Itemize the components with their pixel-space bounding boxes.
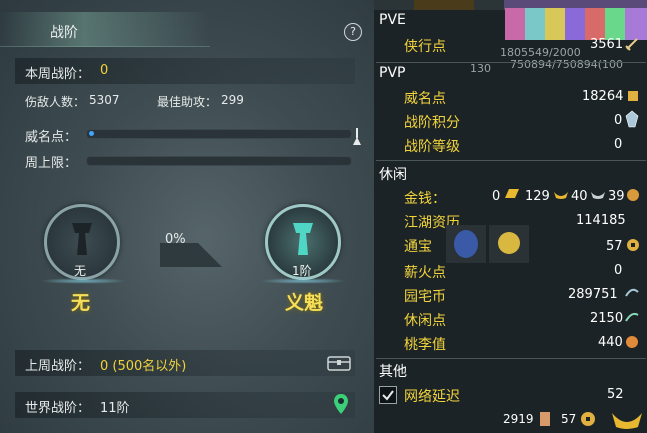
tongbao-coin-icon [627, 239, 639, 251]
leisure-item-value-4: 2150 [590, 311, 624, 326]
cap-label: 周上限： [25, 156, 78, 171]
pvp-item-label-1: 战阶积分 [404, 115, 460, 131]
bottom-value-b: 57 [561, 412, 577, 426]
next-rank-name: 义魁 [285, 292, 324, 314]
current-rank-small: 无 [74, 264, 87, 278]
leisure-item-label-2: 薪火点 [404, 265, 446, 281]
leisure-item-value-3: 289751 [568, 287, 618, 302]
cap-marker-icon [353, 128, 361, 145]
check-icon [382, 390, 394, 401]
gold-ingot-large-icon [612, 413, 642, 429]
leisure-header: 休闲 [379, 167, 407, 183]
progress-arrow-icon [160, 243, 222, 267]
money-d: 39 [608, 189, 625, 204]
next-rank-small: 1阶 [292, 264, 312, 278]
divider-leisure [376, 160, 646, 161]
chest-icon[interactable] [327, 354, 351, 372]
help-button[interactable]: ? [344, 23, 362, 41]
money-b: 129 [525, 189, 550, 204]
latency-value: 52 [607, 387, 624, 402]
leisure-item-value-1: 57 [606, 239, 623, 254]
prestige-bar [86, 129, 352, 139]
title-glow [0, 12, 210, 47]
pvp-item-value-0: 18264 [582, 89, 624, 104]
weekly-rank-label: 本周战阶： [25, 67, 91, 82]
injured-value: 5307 [89, 93, 120, 107]
current-rank-name: 无 [71, 292, 91, 314]
rank-panel: 战阶 ? 本周战阶： 0 伤敌人数： 5307 最佳助攻： 299 威名点： 周… [0, 0, 374, 433]
location-pin-icon[interactable] [333, 393, 349, 415]
money-label: 金钱： [404, 191, 446, 207]
bg-text-3: 130 [470, 62, 491, 75]
blue-gem-icon [446, 225, 486, 263]
peach-icon [626, 336, 638, 348]
latency-checkbox[interactable] [379, 386, 397, 404]
cap-bar [86, 156, 352, 166]
leisure-item-value-5: 440 [598, 335, 623, 350]
current-rank-glow [40, 278, 126, 284]
assist-label: 最佳助攻： [157, 95, 218, 109]
leisure-item-value-2: 0 [614, 263, 623, 278]
copper-coin-icon [627, 189, 639, 201]
next-rank-glow [260, 278, 346, 284]
leisure-point-icon [625, 312, 639, 322]
last-week-value: 0 (500名以外) [100, 359, 187, 374]
house-coin-icon [625, 288, 639, 297]
pvp-item-label-0: 威名点 [404, 91, 446, 107]
pvp-header: PVP [379, 65, 406, 81]
prestige-label: 威名点： [25, 130, 78, 145]
weekly-rank-value: 0 [100, 63, 109, 78]
gold-bar-icon [505, 189, 519, 198]
latency-label: 网络延迟 [404, 389, 460, 405]
world-rank-label: 世界战阶： [25, 401, 91, 416]
pvp-item-label-2: 战阶等级 [404, 139, 460, 155]
injured-label: 伤敌人数： [25, 95, 86, 109]
world-rank-value: 11阶 [100, 401, 130, 416]
leisure-item-label-1: 通宝 [404, 239, 432, 255]
prestige-icon [628, 91, 638, 101]
pvp-item-value-1: 0 [614, 113, 623, 128]
last-week-label: 上周战阶： [25, 359, 91, 374]
coin-icon [581, 412, 595, 426]
money-c: 40 [571, 189, 588, 204]
assist-value: 299 [221, 93, 244, 107]
gold-ingot-icon [554, 192, 568, 199]
figure-icon [540, 412, 550, 426]
sword-icon [625, 38, 638, 51]
prestige-bar-fill [89, 131, 94, 136]
divider-pvp [376, 62, 646, 63]
leisure-item-label-4: 休闲点 [404, 313, 446, 329]
other-header: 其他 [379, 364, 407, 380]
crystal-icon [625, 110, 639, 128]
bottom-value-a: 2919 [503, 412, 534, 426]
lotus-icon [489, 225, 529, 263]
pvp-item-value-2: 0 [614, 137, 623, 152]
bg-text-2: 750894/750894(100 [510, 58, 623, 71]
leisure-item-value-0: 114185 [576, 213, 626, 228]
divider-other [376, 358, 646, 359]
pve-header: PVE [379, 12, 406, 28]
panel-title: 战阶 [50, 25, 78, 41]
money-a: 0 [492, 189, 501, 204]
leisure-item-label-5: 桃李值 [404, 337, 446, 353]
leisure-item-label-3: 园宅币 [404, 289, 446, 305]
pve-item-value: 3561 [590, 37, 624, 52]
pve-item-label: 侠行点 [404, 39, 446, 55]
silver-ingot-icon [591, 192, 605, 199]
